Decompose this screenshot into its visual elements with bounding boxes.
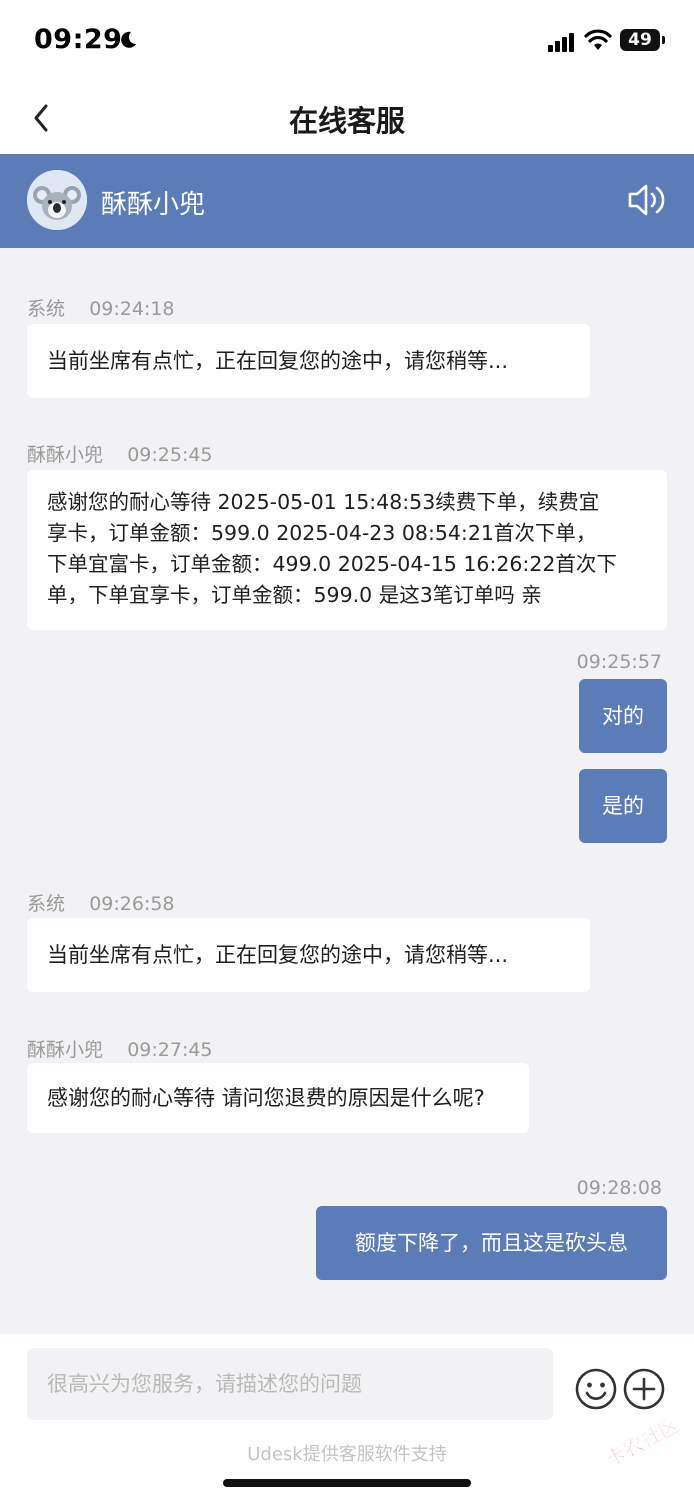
svg-text:卡农社区: 卡农社区 xyxy=(601,1420,683,1464)
message-text: 当前坐席有点忙，正在回复您的途中，请您稍等... xyxy=(47,943,509,967)
chat-history[interactable]: 系统 09:24:18 当前坐席有点忙，正在回复您的途中，请您稍等... 酥酥小… xyxy=(0,248,694,1334)
message-meta: 酥酥小兜 09:27:45 xyxy=(27,1035,213,1062)
message-time: 09:28:08 xyxy=(576,1177,662,1199)
message-text: 额度下降了，而且这是砍头息 xyxy=(355,1231,628,1255)
nav-bar: 在线客服 xyxy=(0,84,694,154)
message-line: 享卡，订单金额：599.0 2025-04-23 08:54:21首次下单， xyxy=(47,521,597,545)
message-time: 09:25:57 xyxy=(576,651,662,673)
message-bubble: 感谢您的耐心等待 请问您退费的原因是什么呢? xyxy=(27,1063,529,1133)
home-indicator xyxy=(223,1479,471,1487)
user-message-bubble: 是的 xyxy=(579,769,667,843)
page-title: 在线客服 xyxy=(288,104,405,138)
avatar xyxy=(27,170,87,230)
message-bubble: 感谢您的耐心等待 2025-05-01 15:48:53续费下单，续费宜 享卡，… xyxy=(27,470,667,630)
wifi-icon xyxy=(584,29,612,50)
koala-avatar xyxy=(27,170,87,230)
message-time: 09:27:45 xyxy=(127,1039,213,1061)
message-meta: 系统 09:24:18 xyxy=(27,294,175,321)
emoji-icon[interactable] xyxy=(574,1367,618,1411)
message-sender: 系统 xyxy=(27,893,66,915)
message-time: 09:25:45 xyxy=(127,444,213,466)
message-time: 09:24:18 xyxy=(89,298,175,320)
plus-icon[interactable] xyxy=(622,1367,666,1411)
signal-icon xyxy=(548,33,574,52)
battery-indicator: 49 xyxy=(620,29,660,51)
message-time: 09:26:58 xyxy=(89,893,175,915)
input-area: Udesk提供客服软件支持 xyxy=(0,1334,694,1500)
message-bubble: 当前坐席有点忙，正在回复您的途中，请您稍等... xyxy=(27,324,590,398)
message-sender: 酥酥小兜 xyxy=(27,444,104,466)
speaker-icon[interactable] xyxy=(626,182,666,218)
message-text: 对的 xyxy=(602,704,644,728)
message-meta: 酥酥小兜 09:25:45 xyxy=(27,440,213,467)
battery-level: 49 xyxy=(628,30,652,50)
watermark-logo: 卡农社区 xyxy=(601,1420,684,1464)
message-line: 下单宜富卡，订单金额：499.0 2025-04-15 16:26:22首次下 xyxy=(47,552,617,576)
message-line: 感谢您的耐心等待 2025-05-01 15:48:53续费下单，续费宜 xyxy=(47,490,600,514)
message-sender: 酥酥小兜 xyxy=(27,1039,104,1061)
message-text: 是的 xyxy=(602,794,644,818)
message-text: 当前坐席有点忙，正在回复您的途中，请您稍等... xyxy=(47,349,509,373)
user-message-bubble: 对的 xyxy=(579,679,667,753)
status-time: 09:29 xyxy=(34,24,123,55)
status-bar: 09:29 49 xyxy=(0,0,694,84)
message-sender: 系统 xyxy=(27,298,66,320)
message-text: 感谢您的耐心等待 请问您退费的原因是什么呢? xyxy=(47,1086,485,1110)
moon-icon xyxy=(121,31,136,48)
message-line: 单，下单宜享卡，订单金额：599.0 是这3笔订单吗 亲 xyxy=(47,583,542,607)
agent-header: 酥酥小兜 xyxy=(0,154,694,248)
message-bubble: 当前坐席有点忙，正在回复您的途中，请您稍等... xyxy=(27,918,590,992)
powered-by-text: Udesk提供客服软件支持 xyxy=(247,1444,447,1465)
user-message-bubble: 额度下降了，而且这是砍头息 xyxy=(316,1206,667,1280)
battery-tip xyxy=(662,36,665,44)
agent-name: 酥酥小兜 xyxy=(101,190,206,220)
message-meta: 系统 09:26:58 xyxy=(27,889,175,916)
message-input[interactable] xyxy=(27,1348,553,1420)
